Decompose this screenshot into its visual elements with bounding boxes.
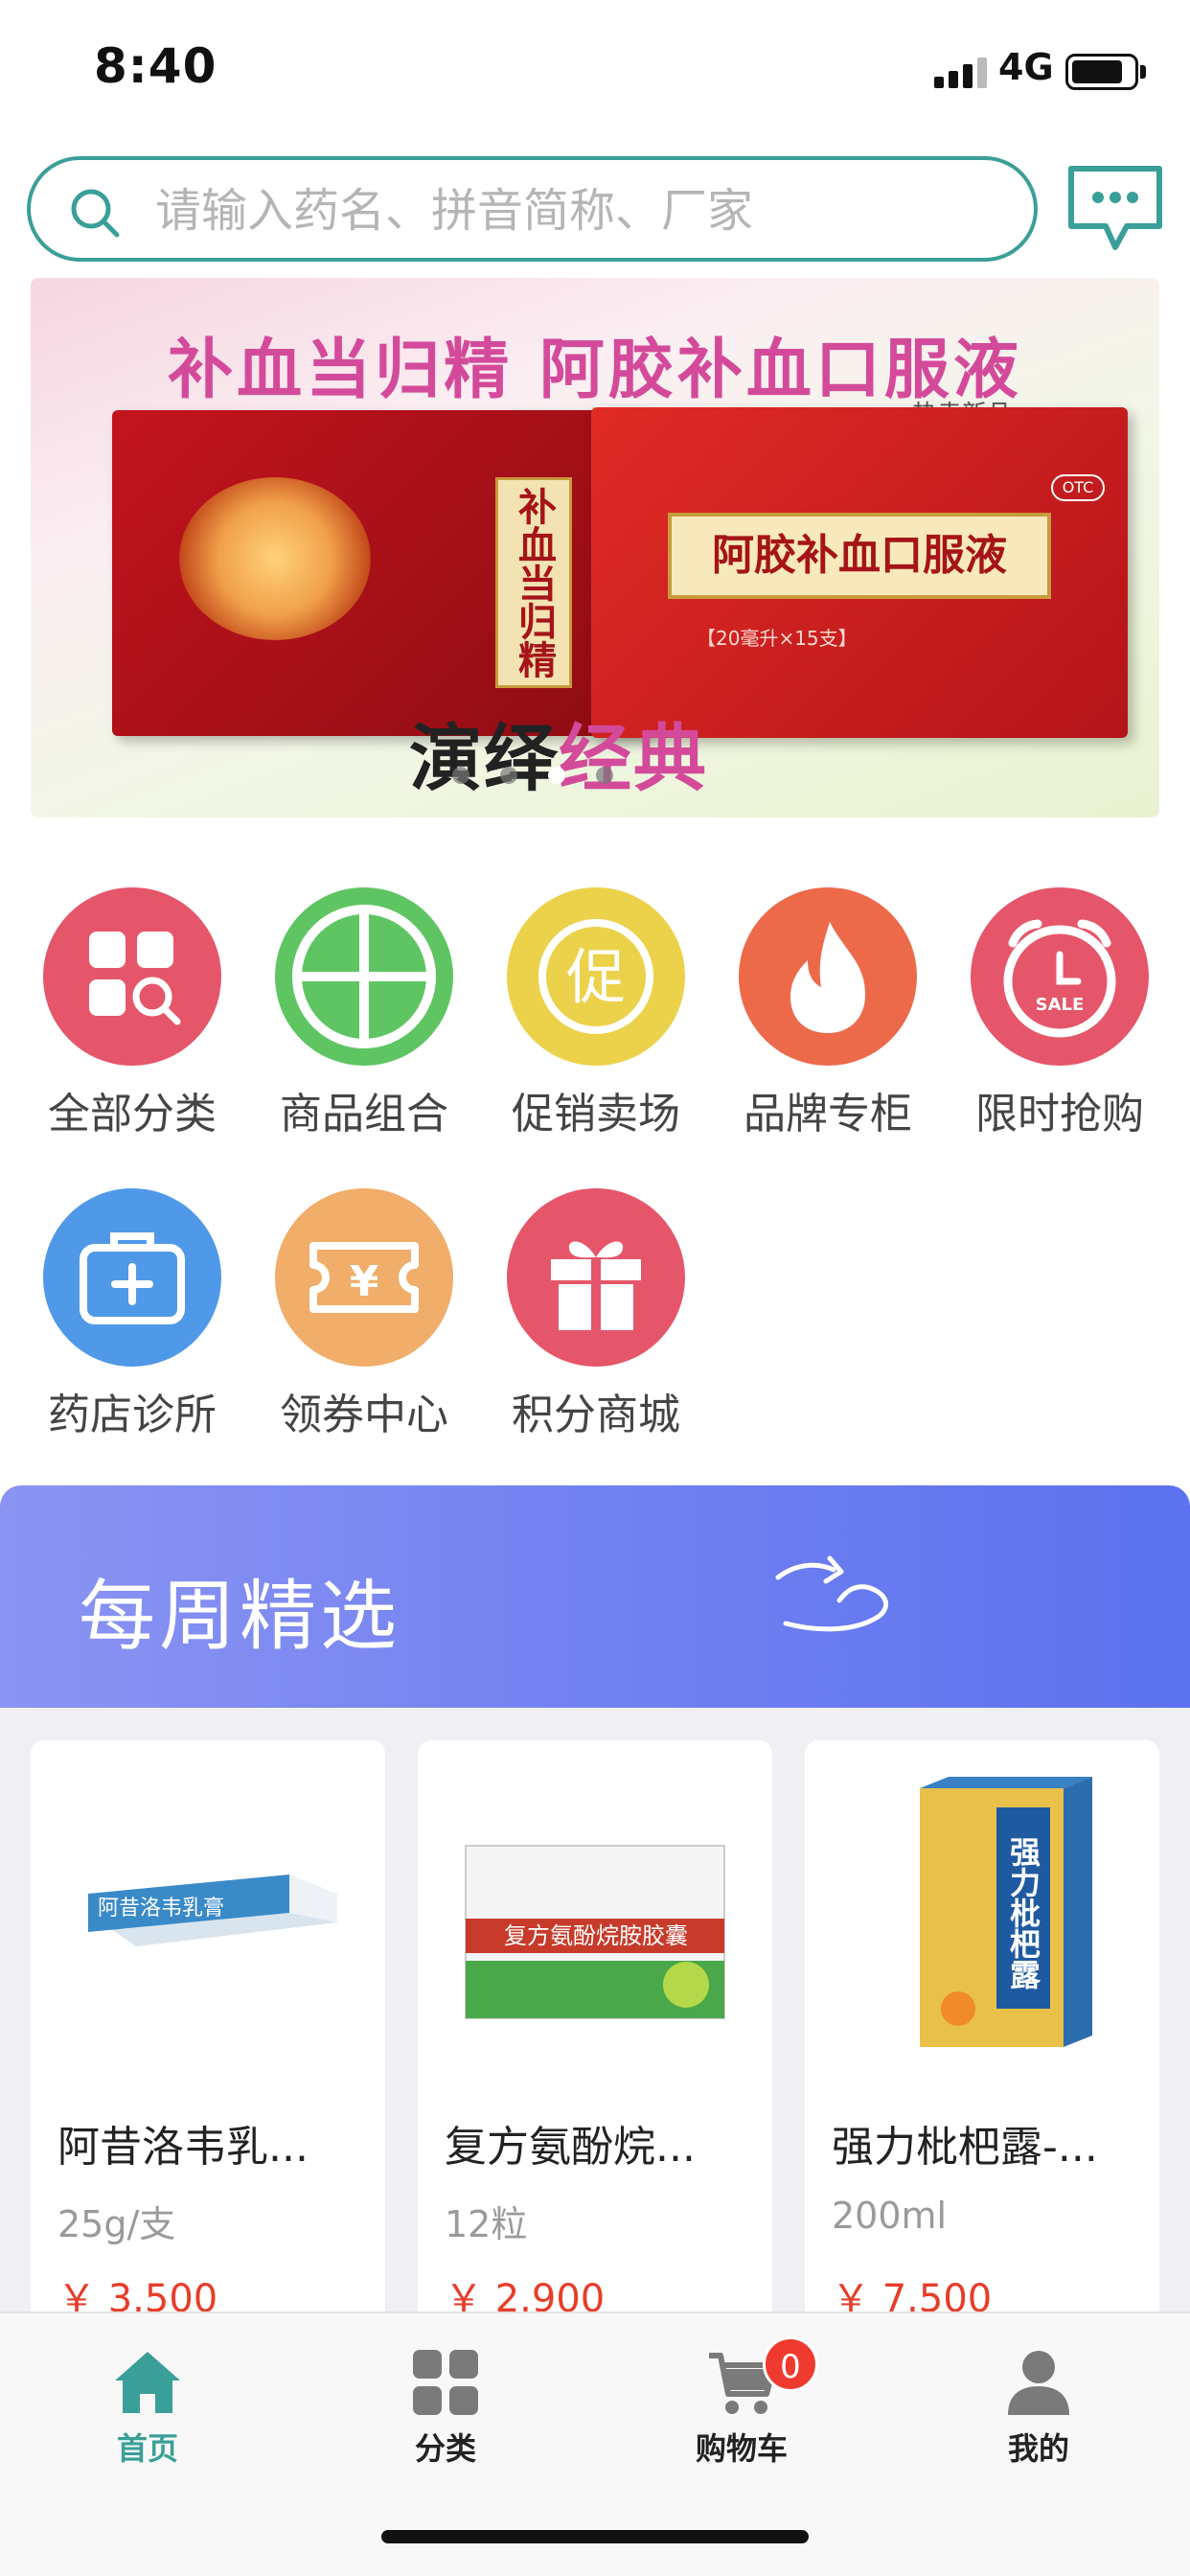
category-flash-sale[interactable]: SALE 限时抢购 (954, 887, 1165, 1138)
tab-label: 分类 (414, 2430, 476, 2467)
product-spec: 12粒 (445, 2203, 528, 2245)
product-name: 强力枇杷露-... (832, 2123, 1098, 2172)
status-time: 8:40 (94, 38, 217, 94)
otc-badge: OTC (1051, 474, 1105, 501)
banner-slogan: 演绎经典 (409, 700, 708, 805)
product-image: 阿昔洛韦乳膏 (88, 1874, 337, 1946)
cart-count-badge: 0 (763, 2336, 818, 2392)
product-spec: 200ml (832, 2195, 948, 2237)
tab-cart[interactable]: 0 购物车 (646, 2336, 837, 2480)
category-label: 促销卖场 (512, 1090, 680, 1138)
category-search-icon (43, 887, 221, 1066)
network-type: 4G (998, 46, 1054, 88)
svg-text:¥: ¥ (350, 1257, 379, 1306)
user-icon (1008, 2351, 1069, 2415)
message-icon[interactable] (1065, 163, 1165, 255)
medical-kit-icon (43, 1188, 221, 1367)
arm-arrow-icon (775, 1555, 888, 1632)
product-spec: 25g/支 (57, 2203, 176, 2245)
product-image: 强力枇杷露 (920, 1777, 1092, 2047)
right-box-label: 阿胶补血口服液 (668, 513, 1051, 599)
category-points-mall[interactable]: 积分商城 (491, 1188, 701, 1439)
product-list: 阿昔洛韦乳膏 阿昔洛韦乳... 25g/支 ￥ 3.500 复方氨酚烷胺胶囊 复… (0, 1708, 1190, 2334)
category-all[interactable]: 全部分类 (27, 887, 238, 1138)
banner-dot-active[interactable] (548, 767, 565, 784)
search-bar[interactable] (27, 156, 1038, 262)
category-coupon[interactable]: ¥ 领券中心 (259, 1188, 469, 1439)
product-box-left: 补血当归精 (112, 410, 649, 736)
weekly-selection-header[interactable]: 每周精选 (0, 1485, 1190, 1708)
category-label: 积分商城 (512, 1391, 680, 1439)
signal-icon (934, 58, 988, 88)
banner-pagination (452, 767, 613, 784)
home-page: 8:40 4G 补血当归精 阿胶补血口服液 热卖新品 补血当归精 (0, 0, 1190, 2576)
product-name: 复方氨酚烷... (445, 2123, 696, 2172)
banner-slogan-part1: 演绎 (409, 716, 559, 801)
product-box-text: 复方氨酚烷胺胶囊 (504, 1922, 688, 1949)
banner-dot[interactable] (452, 767, 469, 784)
coupon-icon: ¥ (275, 1188, 453, 1367)
product-box-right: OTC 阿胶补血口服液 【20毫升×15支】 (591, 407, 1128, 738)
tab-profile[interactable]: 我的 (943, 2346, 1134, 2480)
status-bar: 8:40 4G (0, 0, 1190, 144)
category-combo[interactable]: 商品组合 (259, 887, 469, 1138)
category-label: 药店诊所 (48, 1391, 217, 1439)
category-label: 领券中心 (280, 1391, 448, 1439)
category-label: 商品组合 (280, 1090, 448, 1138)
product-name: 阿昔洛韦乳... (57, 2123, 309, 2172)
left-box-label: 补血当归精 (495, 477, 572, 688)
home-indicator (381, 2530, 809, 2543)
banner-slogan-part2: 经典 (559, 716, 708, 801)
category-brand[interactable]: 品牌专柜 (722, 887, 933, 1138)
promotion-icon: 促 (507, 887, 685, 1066)
peony-image (179, 477, 371, 640)
tab-category[interactable]: 分类 (350, 2346, 541, 2480)
right-box-sub: 【20毫升×15支】 (697, 627, 858, 650)
product-image: 复方氨酚烷胺胶囊 (465, 1845, 725, 2019)
battery-icon (1065, 54, 1138, 90)
fire-icon (739, 887, 917, 1066)
tab-label: 首页 (116, 2430, 178, 2467)
product-box-text: 阿昔洛韦乳膏 (98, 1897, 224, 1920)
product-box-text: 强力枇杷露 (1005, 1836, 1041, 1990)
sale-clock-icon: SALE (971, 887, 1149, 1066)
category-label: 品牌专柜 (744, 1090, 912, 1138)
weekly-title: 每周精选 (79, 1572, 400, 1661)
promo-banner[interactable]: 补血当归精 阿胶补血口服液 热卖新品 补血当归精 OTC 阿胶补血口服液 【20… (31, 278, 1159, 817)
grid-window-icon (275, 887, 453, 1066)
banner-dot[interactable] (596, 767, 613, 784)
battery-tip (1140, 65, 1146, 79)
category-pharmacy[interactable]: 药店诊所 (27, 1188, 238, 1439)
product-card[interactable]: 阿昔洛韦乳膏 阿昔洛韦乳... 25g/支 ￥ 3.500 (31, 1740, 385, 2334)
home-icon (115, 2352, 180, 2413)
category-label: 全部分类 (48, 1090, 217, 1138)
category-icon (413, 2350, 478, 2415)
tab-home[interactable]: 首页 (52, 2346, 243, 2480)
gift-icon (507, 1188, 685, 1367)
search-input[interactable] (155, 177, 998, 244)
svg-text:促: 促 (566, 942, 626, 1012)
svg-text:SALE: SALE (1036, 995, 1085, 1015)
product-card[interactable]: 复方氨酚烷胺胶囊 复方氨酚烷... 12粒 ￥ 2.900 (418, 1740, 772, 2334)
search-icon (71, 189, 120, 238)
product-card[interactable]: 强力枇杷露 强力枇杷露-... 200ml ￥ 7.500 (805, 1740, 1159, 2334)
category-label: 限时抢购 (975, 1090, 1144, 1138)
tab-label: 购物车 (695, 2430, 788, 2467)
banner-dot[interactable] (500, 767, 517, 784)
tab-label: 我的 (1007, 2430, 1069, 2467)
category-promotion[interactable]: 促 促销卖场 (491, 887, 701, 1138)
